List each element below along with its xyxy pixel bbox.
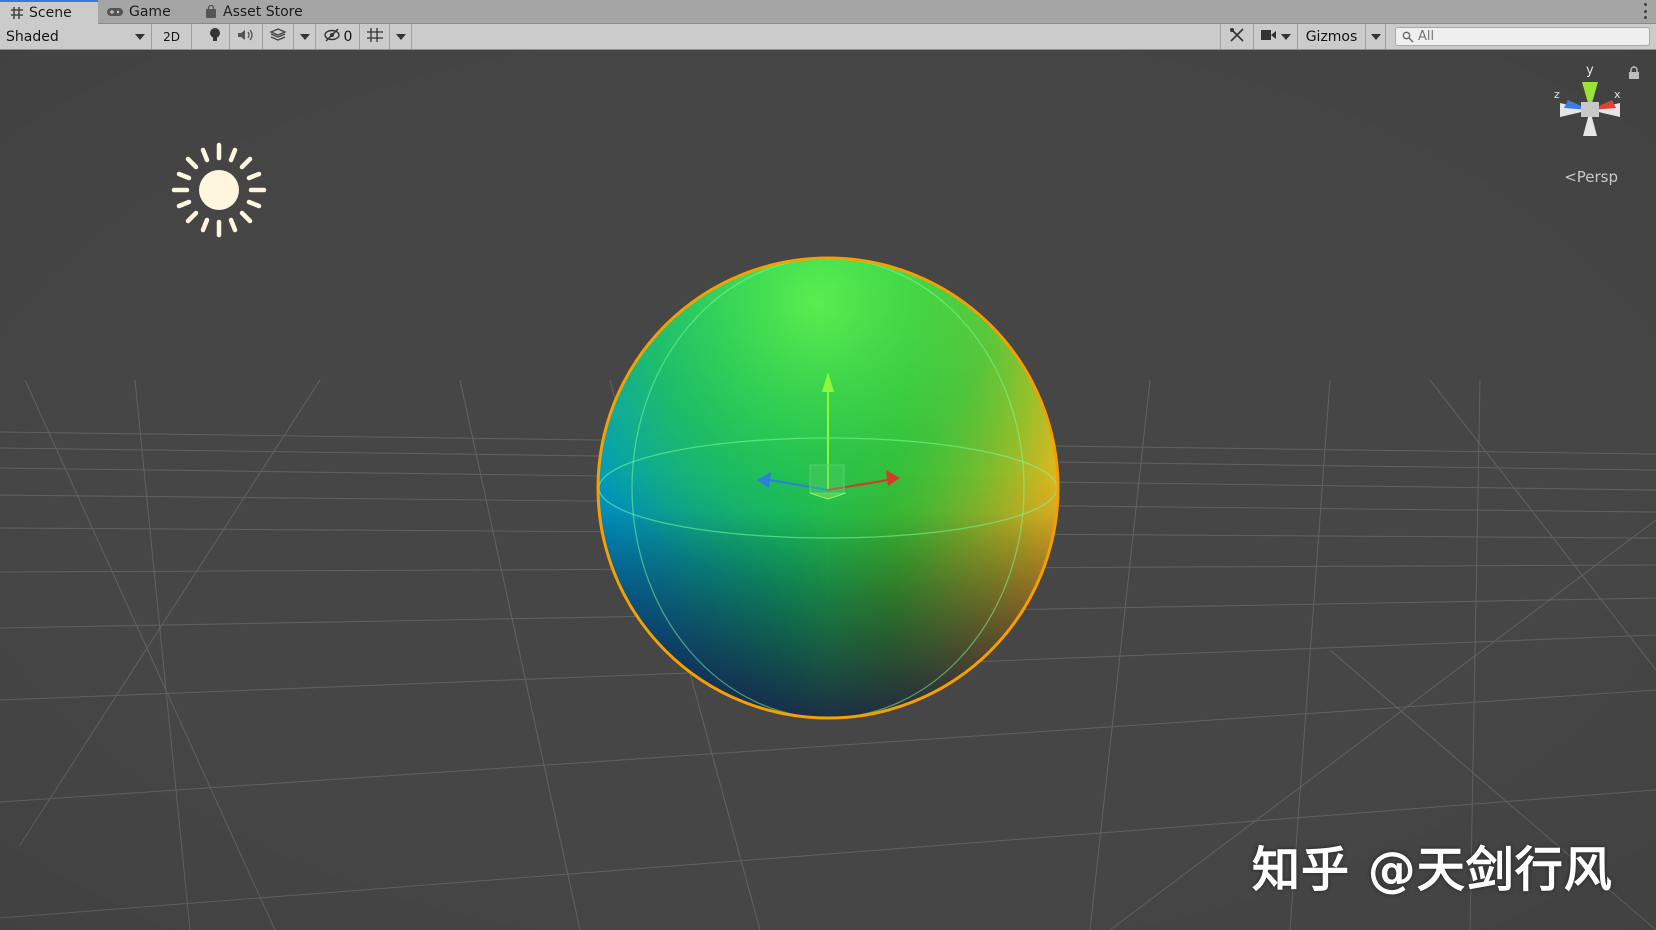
chevron-down-icon: [395, 33, 406, 40]
tab-asset-store-label: Asset Store: [223, 4, 303, 20]
directional-light-icon: [171, 142, 267, 238]
gizmos-dropdown[interactable]: [1366, 24, 1386, 49]
bag-icon: [204, 4, 218, 19]
layers-icon: [269, 27, 287, 46]
scene-toolbar: Shaded 2D 0 Gizmos All: [0, 24, 1656, 50]
audio-toggle[interactable]: [230, 24, 263, 49]
draw-mode-dropdown[interactable]: Shaded: [0, 24, 152, 49]
effects-toggle[interactable]: [263, 24, 294, 49]
lightbulb-icon: [208, 27, 222, 47]
axis-label-x: x: [1614, 88, 1621, 101]
tab-game[interactable]: Game: [106, 0, 186, 24]
scene-canvas: y x z: [0, 50, 1656, 930]
watermark-text: 知乎 @天剑行风: [1252, 842, 1613, 898]
gizmos-button[interactable]: Gizmos: [1298, 24, 1366, 49]
grid-snap-icon: [366, 27, 384, 47]
chevron-down-icon: [1370, 33, 1381, 40]
chevron-down-icon: [299, 33, 310, 40]
tab-scene-label: Scene: [29, 5, 72, 21]
tab-asset-store[interactable]: Asset Store: [204, 0, 324, 24]
chevron-down-icon: [135, 33, 145, 40]
hidden-objects-toggle[interactable]: 0: [316, 24, 360, 49]
draw-mode-value: Shaded: [6, 28, 59, 45]
hidden-count: 0: [343, 28, 353, 45]
window-tab-bar: Scene Game Asset Store: [0, 0, 1656, 24]
toggle-2d-label: 2D: [163, 29, 180, 44]
axis-label-z: z: [1554, 88, 1560, 101]
grid-icon: [10, 6, 24, 20]
gizmos-label: Gizmos: [1305, 28, 1358, 45]
search-input[interactable]: [1414, 29, 1618, 44]
speaker-icon: [237, 28, 255, 46]
tab-game-label: Game: [129, 4, 171, 20]
search-icon: [1402, 31, 1414, 43]
scene-viewport[interactable]: y x z <Persp 知乎 @天剑行风: [0, 50, 1656, 930]
lighting-toggle[interactable]: [200, 24, 230, 49]
tools-icon: [1229, 27, 1245, 47]
gamepad-icon: [106, 5, 124, 19]
camera-settings-dropdown[interactable]: [1254, 24, 1298, 49]
effects-dropdown[interactable]: [294, 24, 316, 49]
axis-label-y: y: [1586, 63, 1594, 78]
chevron-down-icon: [1280, 33, 1291, 40]
tab-scene[interactable]: Scene: [0, 0, 98, 24]
camera-icon: [1260, 29, 1277, 45]
lock-icon[interactable]: [1628, 65, 1640, 84]
eye-slash-icon: [323, 27, 341, 46]
projection-toggle[interactable]: <Persp: [1564, 168, 1618, 186]
grid-dropdown[interactable]: [390, 24, 412, 49]
hierarchy-search-field[interactable]: [1395, 27, 1650, 46]
grid-snap-toggle[interactable]: [360, 24, 390, 49]
toggle-2d-button[interactable]: 2D: [152, 24, 192, 49]
more-options-icon[interactable]: [1644, 3, 1648, 19]
scene-tools-button[interactable]: [1220, 24, 1254, 49]
